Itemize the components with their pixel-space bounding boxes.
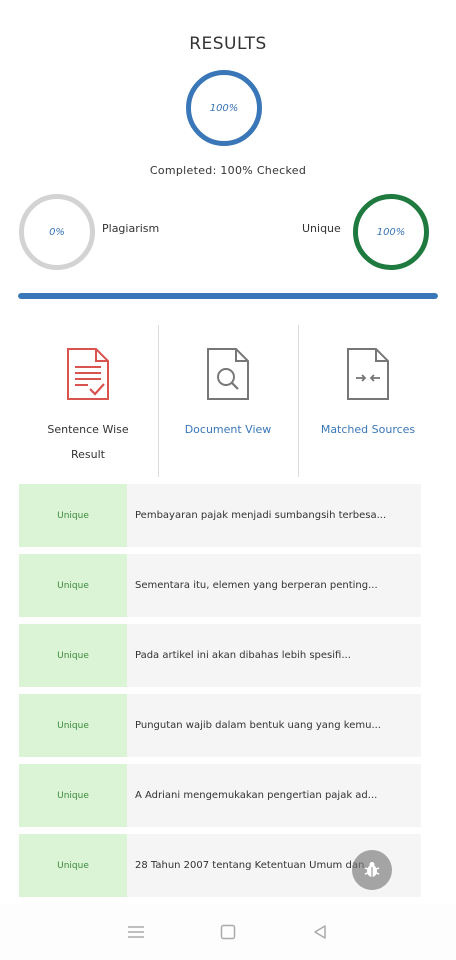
- overall-percent-label: 100%: [209, 102, 239, 114]
- sentence-row[interactable]: Unique A Adriani mengemukakan pengertian…: [19, 764, 421, 827]
- sentence-wise-result-label: Sentence Wise Result: [47, 423, 129, 461]
- back-button[interactable]: [309, 921, 331, 943]
- progress-bar: [18, 293, 438, 299]
- status-badge: Unique: [19, 554, 127, 617]
- bug-icon: [364, 862, 380, 877]
- unique-label: Unique: [302, 222, 341, 235]
- sentence-row[interactable]: Unique Pungutan wajib dalam bentuk uang …: [19, 694, 421, 757]
- sentence-text: Sementara itu, elemen yang berperan pent…: [135, 580, 378, 591]
- unique-percent-ring: 100%: [353, 194, 429, 270]
- sentence-list: Unique Pembayaran pajak menjadi sumbangs…: [19, 484, 421, 904]
- sentence-text: Pada artikel ini akan dibahas lebih spes…: [135, 650, 351, 661]
- sentence-text: Pungutan wajib dalam bentuk uang yang ke…: [135, 720, 381, 731]
- recent-apps-button[interactable]: [125, 921, 147, 943]
- status-badge: Unique: [19, 834, 127, 897]
- unique-percent-label: 100%: [376, 226, 406, 238]
- menu-icon: [128, 926, 144, 938]
- home-button[interactable]: [217, 921, 239, 943]
- home-square-icon: [220, 924, 236, 940]
- sentence-text: Pembayaran pajak menjadi sumbangsih terb…: [135, 510, 387, 521]
- status-badge: Unique: [19, 694, 127, 757]
- document-check-icon: [67, 348, 109, 400]
- sentence-text: A Adriani mengemukakan pengertian pajak …: [135, 790, 378, 801]
- progress-bar-fill: [18, 293, 438, 299]
- status-badge: Unique: [19, 624, 127, 687]
- sentence-row[interactable]: Unique Pada artikel ini akan dibahas leb…: [19, 624, 421, 687]
- status-badge: Unique: [19, 764, 127, 827]
- sentence-row[interactable]: Unique Pembayaran pajak menjadi sumbangs…: [19, 484, 421, 547]
- plagiarism-label: Plagiarism: [102, 222, 160, 235]
- system-navigation-bar: [0, 904, 456, 960]
- bug-report-button[interactable]: [352, 850, 392, 890]
- page-title: RESULTS: [189, 34, 267, 54]
- completed-status: Completed: 100% Checked: [149, 164, 307, 177]
- document-search-icon: [207, 348, 249, 400]
- sentence-wise-result-button[interactable]: Sentence Wise Result: [18, 325, 158, 477]
- sentence-row[interactable]: Unique Sementara itu, elemen yang berper…: [19, 554, 421, 617]
- plagiarism-percent-label: 0%: [49, 226, 65, 238]
- document-compare-icon: [347, 348, 389, 400]
- view-options: Sentence Wise Result Document View Match…: [18, 325, 438, 477]
- matched-sources-label: Matched Sources: [320, 423, 416, 436]
- overall-percent-ring: 100%: [186, 70, 262, 146]
- back-triangle-icon: [314, 925, 326, 939]
- plagiarism-percent-ring: 0%: [19, 194, 95, 270]
- document-view-button[interactable]: Document View: [158, 325, 298, 477]
- status-badge: Unique: [19, 484, 127, 547]
- matched-sources-button[interactable]: Matched Sources: [298, 325, 438, 477]
- document-view-label: Document View: [184, 423, 272, 436]
